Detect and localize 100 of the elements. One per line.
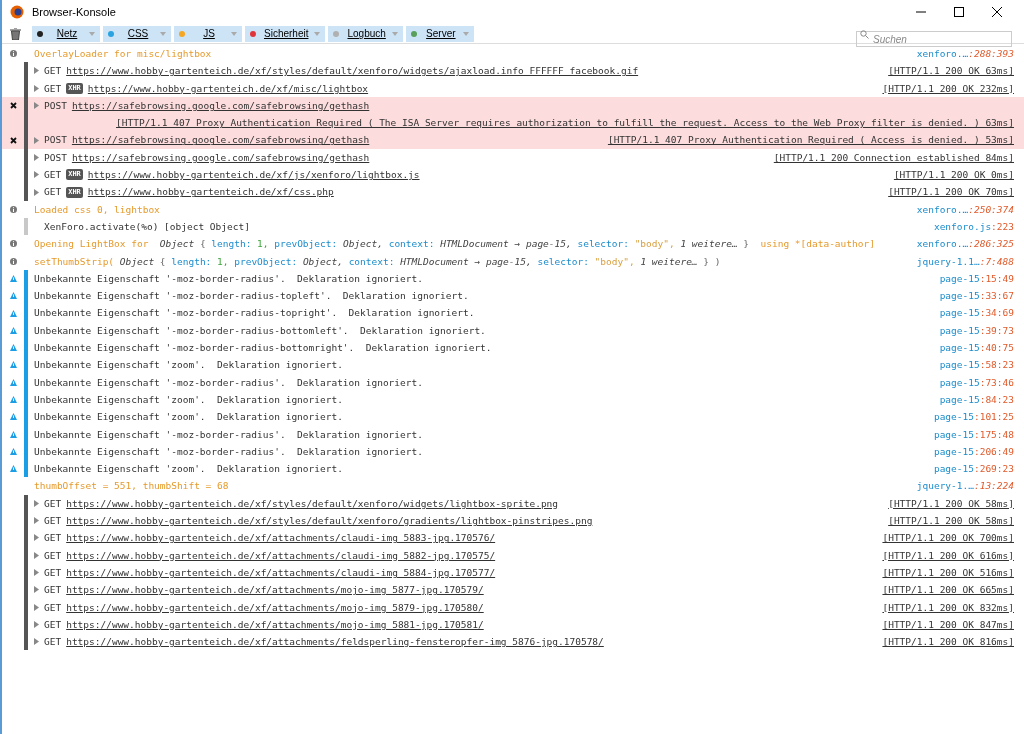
response-status[interactable]: [HTTP/1.1 200 OK 63ms] (888, 62, 1014, 80)
source-link[interactable]: page-15:33:67 (939, 287, 1014, 305)
response-status[interactable]: [HTTP/1.1 200 OK 616ms] (882, 546, 1014, 564)
search-field[interactable]: Suchen (856, 31, 1012, 47)
filter-button[interactable]: Logbuch (328, 25, 403, 42)
request-url[interactable]: https://safebrowsing.google.com/safebrowsing/gethash (71, 96, 370, 115)
http-method: GET (44, 635, 62, 650)
response-status[interactable]: [HTTP/1.1 200 OK 58ms] (888, 512, 1014, 530)
log-message: Unbekannte Eigenschaft '-moz-border-radius-topleft'. Deklaration ignoriert. (34, 289, 469, 304)
log-message: Unbekannte Eigenschaft '-moz-border-radius'. Deklaration ignoriert. (34, 444, 423, 459)
log-message: Unbekannte Eigenschaft '-moz-border-radius'. Deklaration ignoriert. (34, 427, 423, 442)
expand-arrow-icon[interactable] (34, 586, 39, 594)
source-link[interactable]: page-15:101:25 (933, 408, 1014, 426)
source-link[interactable]: page-15:58:23 (939, 356, 1014, 374)
response-status[interactable]: [HTTP/1.1 200 OK 516ms] (882, 563, 1014, 582)
filter-button[interactable]: Sicherheit (245, 25, 326, 42)
expand-arrow-icon[interactable] (34, 620, 39, 628)
request-url[interactable]: https://www.hobby-gartenteich.de/xf/attachments/mojo-img_5879-jpg.170580/ (66, 598, 484, 616)
expand-arrow-icon[interactable] (34, 638, 39, 646)
response-status[interactable]: [HTTP/1.1 200 OK 70ms] (888, 183, 1014, 201)
expand-arrow-icon[interactable] (34, 517, 39, 525)
log-message: Unbekannte Eigenschaft '-moz-border-radius-bottomright'. Deklaration ignoriert. (34, 341, 492, 356)
caret-icon (160, 31, 166, 36)
source-link[interactable]: xenforo.…:250:374 (916, 200, 1014, 218)
log-message: Unbekannte Eigenschaft 'zoom'. Deklaration ignoriert. (34, 462, 343, 477)
filter-button[interactable]: CSS (103, 25, 171, 42)
expand-arrow-icon[interactable] (34, 499, 39, 507)
request-url[interactable]: https://www.hobby-gartenteich.de/xf/attachments/claudi-img_5882-jpg.170575/ (66, 546, 496, 564)
request-url[interactable]: https://www.hobby-gartenteich.de/xf/misc/lightbox (87, 79, 369, 97)
request-url[interactable]: https://www.hobby-gartenteich.de/xf/attachments/mojo-img_5877-jpg.170579/ (66, 581, 484, 599)
filter-button[interactable]: JS (174, 25, 242, 42)
caret-icon (231, 31, 237, 36)
response-status[interactable]: [HTTP/1.1 200 OK 847ms] (882, 615, 1014, 634)
source-link[interactable]: page-15:206:49 (933, 442, 1014, 461)
response-status[interactable]: [HTTP/1.1 407 Proxy Authentication Required ( Access is denied. ) 53ms] (607, 131, 1014, 149)
request-url[interactable]: https://safebrowsing.google.com/safebrowsing/gethash (71, 148, 370, 167)
expand-arrow-icon[interactable] (34, 136, 39, 144)
close-icon (9, 136, 17, 144)
request-url[interactable]: https://www.hobby-gartenteich.de/xf/css.php (87, 183, 334, 201)
response-status[interactable]: [HTTP/1.1 200 OK 700ms] (882, 529, 1014, 547)
source-link[interactable]: page-15:269:23 (933, 460, 1014, 478)
http-method: GET (44, 583, 62, 598)
expand-arrow-icon[interactable] (34, 171, 39, 179)
trash-icon[interactable] (10, 27, 21, 40)
expand-arrow-icon[interactable] (34, 569, 39, 577)
browser-logo-icon (10, 5, 24, 19)
request-url[interactable]: https://www.hobby-gartenteich.de/xf/styles/default/xenforo/gradients/lightbox-pinstripes.png (66, 512, 593, 530)
source-link[interactable]: page-15:15:49 (939, 269, 1014, 288)
source-link[interactable]: xenforo.…:286:325 (916, 235, 1014, 253)
expand-arrow-icon[interactable] (34, 551, 39, 559)
source-link[interactable]: jquery-1.1…:7:488 (916, 252, 1014, 270)
http-method: POST (44, 98, 67, 113)
filter-button[interactable]: Netz (32, 25, 100, 42)
http-method: GET (44, 548, 62, 563)
request-url[interactable]: https://www.hobby-gartenteich.de/xf/attachments/feldsperling-fensteropfer-img_5876-jpg.170578/ (66, 633, 604, 651)
expand-arrow-icon[interactable] (34, 188, 39, 196)
request-url[interactable]: https://www.hobby-gartenteich.de/xf/styles/default/xenforo/widgets/ajaxload.info_FFFFFF_facebook.gif (66, 62, 639, 80)
expand-arrow-icon[interactable] (34, 102, 39, 110)
response-status[interactable]: [HTTP/1.1 200 OK 816ms] (882, 633, 1014, 651)
expand-arrow-icon[interactable] (34, 603, 39, 611)
response-status[interactable]: [HTTP/1.1 407 Proxy Authentication Required ( The ISA Server requires authorization to fulfill the request. Access to the Web Proxy filter is denied. ) 63ms] (116, 114, 1014, 132)
warning-icon (9, 465, 17, 473)
expand-arrow-icon[interactable] (34, 84, 39, 92)
response-status[interactable]: [HTTP/1.1 200 OK 665ms] (882, 581, 1014, 599)
log-message: Unbekannte Eigenschaft 'zoom'. Deklaration ignoriert. (34, 410, 343, 425)
source-link[interactable]: jquery-1.…:13:224 (916, 477, 1014, 495)
warning-icon (9, 275, 17, 282)
response-status[interactable]: [HTTP/1.1 200 OK 58ms] (888, 494, 1014, 512)
expand-arrow-icon[interactable] (34, 67, 39, 75)
source-link[interactable]: page-15:39:73 (939, 321, 1014, 340)
source-link[interactable]: xenforo.…:288:393 (916, 45, 1014, 63)
warning-icon (9, 413, 17, 421)
request-url[interactable]: https://www.hobby-gartenteich.de/xf/attachments/mojo-img_5881-jpg.170581/ (66, 615, 484, 634)
source-link[interactable]: xenforo.js:223 (933, 217, 1014, 236)
source-link[interactable]: page-15:84:23 (939, 390, 1014, 409)
warning-icon (9, 396, 17, 404)
request-url[interactable]: https://www.hobby-gartenteich.de/xf/attachments/claudi-img_5883-jpg.170576/ (66, 529, 496, 547)
http-method: GET (44, 600, 62, 615)
warning-icon (9, 447, 17, 455)
http-method: GET (44, 565, 62, 580)
close-icon (9, 102, 17, 110)
http-method: POST (44, 133, 67, 148)
log-message: Unbekannte Eigenschaft 'zoom'. Deklaration ignoriert. (34, 392, 343, 407)
source-link[interactable]: page-15:175:48 (933, 425, 1014, 443)
expand-arrow-icon[interactable] (34, 534, 39, 542)
response-status[interactable]: [HTTP/1.1 200 OK 832ms] (882, 598, 1014, 616)
expand-arrow-icon[interactable] (34, 153, 39, 161)
source-link[interactable]: page-15:73:46 (939, 373, 1014, 391)
request-url[interactable]: https://www.hobby-gartenteich.de/xf/js/xenforo/lightbox.js (87, 166, 420, 184)
source-link[interactable]: page-15:40:75 (939, 339, 1014, 357)
http-method: GET (44, 168, 62, 183)
response-status[interactable]: [HTTP/1.1 200 OK 232ms] (882, 79, 1014, 97)
response-status[interactable]: [HTTP/1.1 200 OK 0ms] (893, 166, 1014, 184)
request-url[interactable]: https://www.hobby-gartenteich.de/xf/attachments/claudi-img_5884-jpg.170577/ (66, 563, 496, 582)
request-url[interactable]: https://safebrowsing.google.com/safebrowsing/gethash (71, 131, 370, 149)
source-link[interactable]: page-15:34:69 (939, 304, 1014, 322)
response-status[interactable]: [HTTP/1.1 200 Connection established 84ms] (773, 148, 1014, 167)
filter-button[interactable]: Server (405, 25, 474, 42)
http-method: GET (44, 64, 62, 79)
request-url[interactable]: https://www.hobby-gartenteich.de/xf/styles/default/xenforo/widgets/lightbox-sprite.png (66, 494, 559, 512)
